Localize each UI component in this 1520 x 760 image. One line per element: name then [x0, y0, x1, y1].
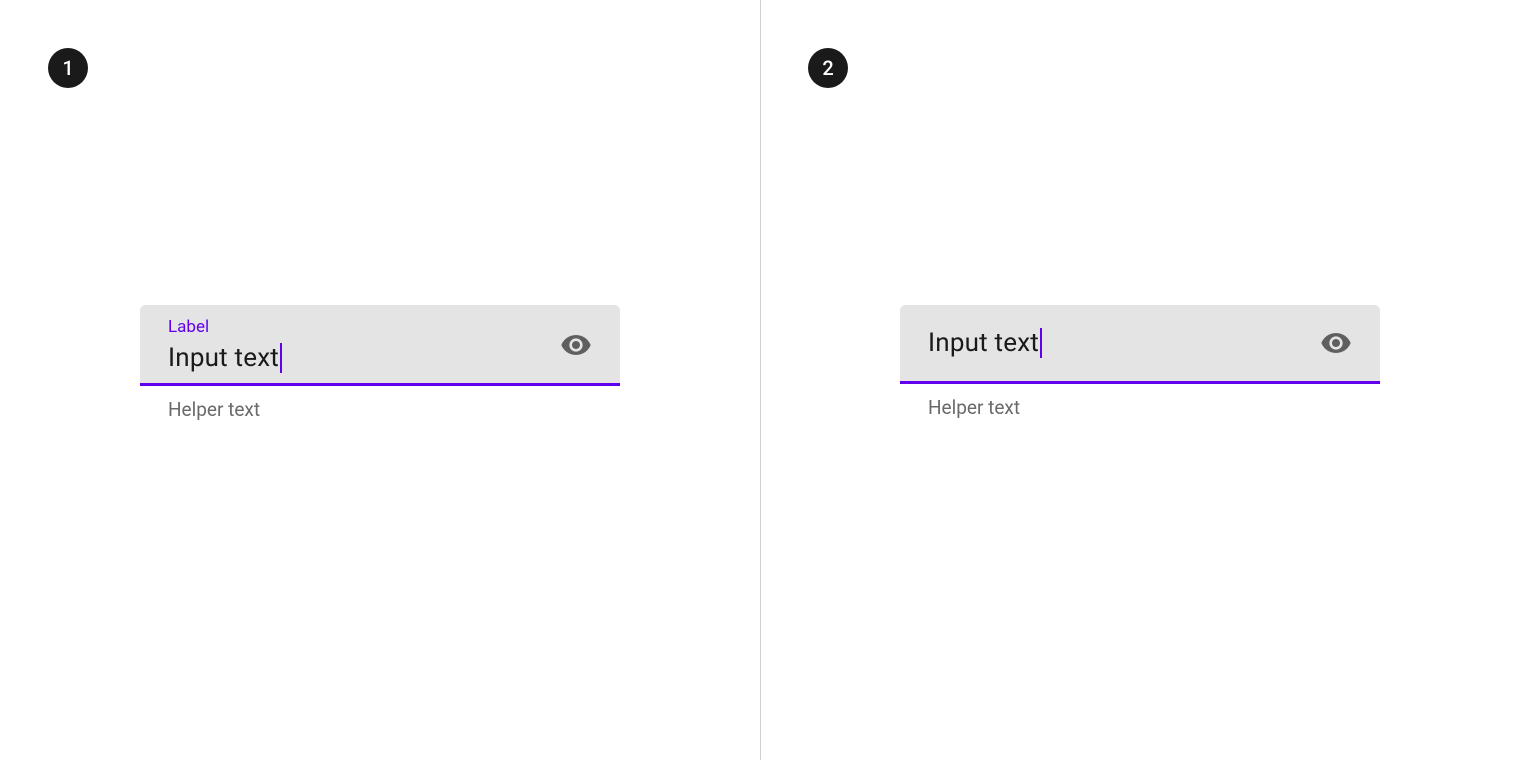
- step-badge-2: 2: [808, 48, 848, 88]
- step-number: 2: [822, 56, 833, 80]
- text-field-example-2: Input text Helper text: [900, 305, 1380, 419]
- text-field[interactable]: Input text: [900, 305, 1380, 384]
- visibility-icon[interactable]: [560, 329, 592, 361]
- text-caret: [280, 343, 282, 373]
- example-panel-2: 2 Input text Helper text: [760, 0, 1520, 760]
- step-badge-1: 1: [48, 48, 88, 88]
- input-value: Input text: [168, 343, 279, 373]
- text-field-example-1: Label Input text Helper text: [140, 305, 620, 421]
- text-input[interactable]: Input text: [168, 343, 560, 373]
- text-input[interactable]: Input text: [928, 328, 1320, 358]
- field-label: Label: [168, 317, 560, 337]
- step-number: 1: [62, 56, 73, 80]
- example-panel-1: 1 Label Input text Helper text: [0, 0, 760, 760]
- vertical-divider: [760, 0, 761, 760]
- helper-text: Helper text: [928, 396, 1380, 419]
- text-caret: [1040, 328, 1042, 358]
- visibility-icon[interactable]: [1320, 327, 1352, 359]
- text-field[interactable]: Label Input text: [140, 305, 620, 386]
- helper-text: Helper text: [168, 398, 620, 421]
- input-value: Input text: [928, 328, 1039, 358]
